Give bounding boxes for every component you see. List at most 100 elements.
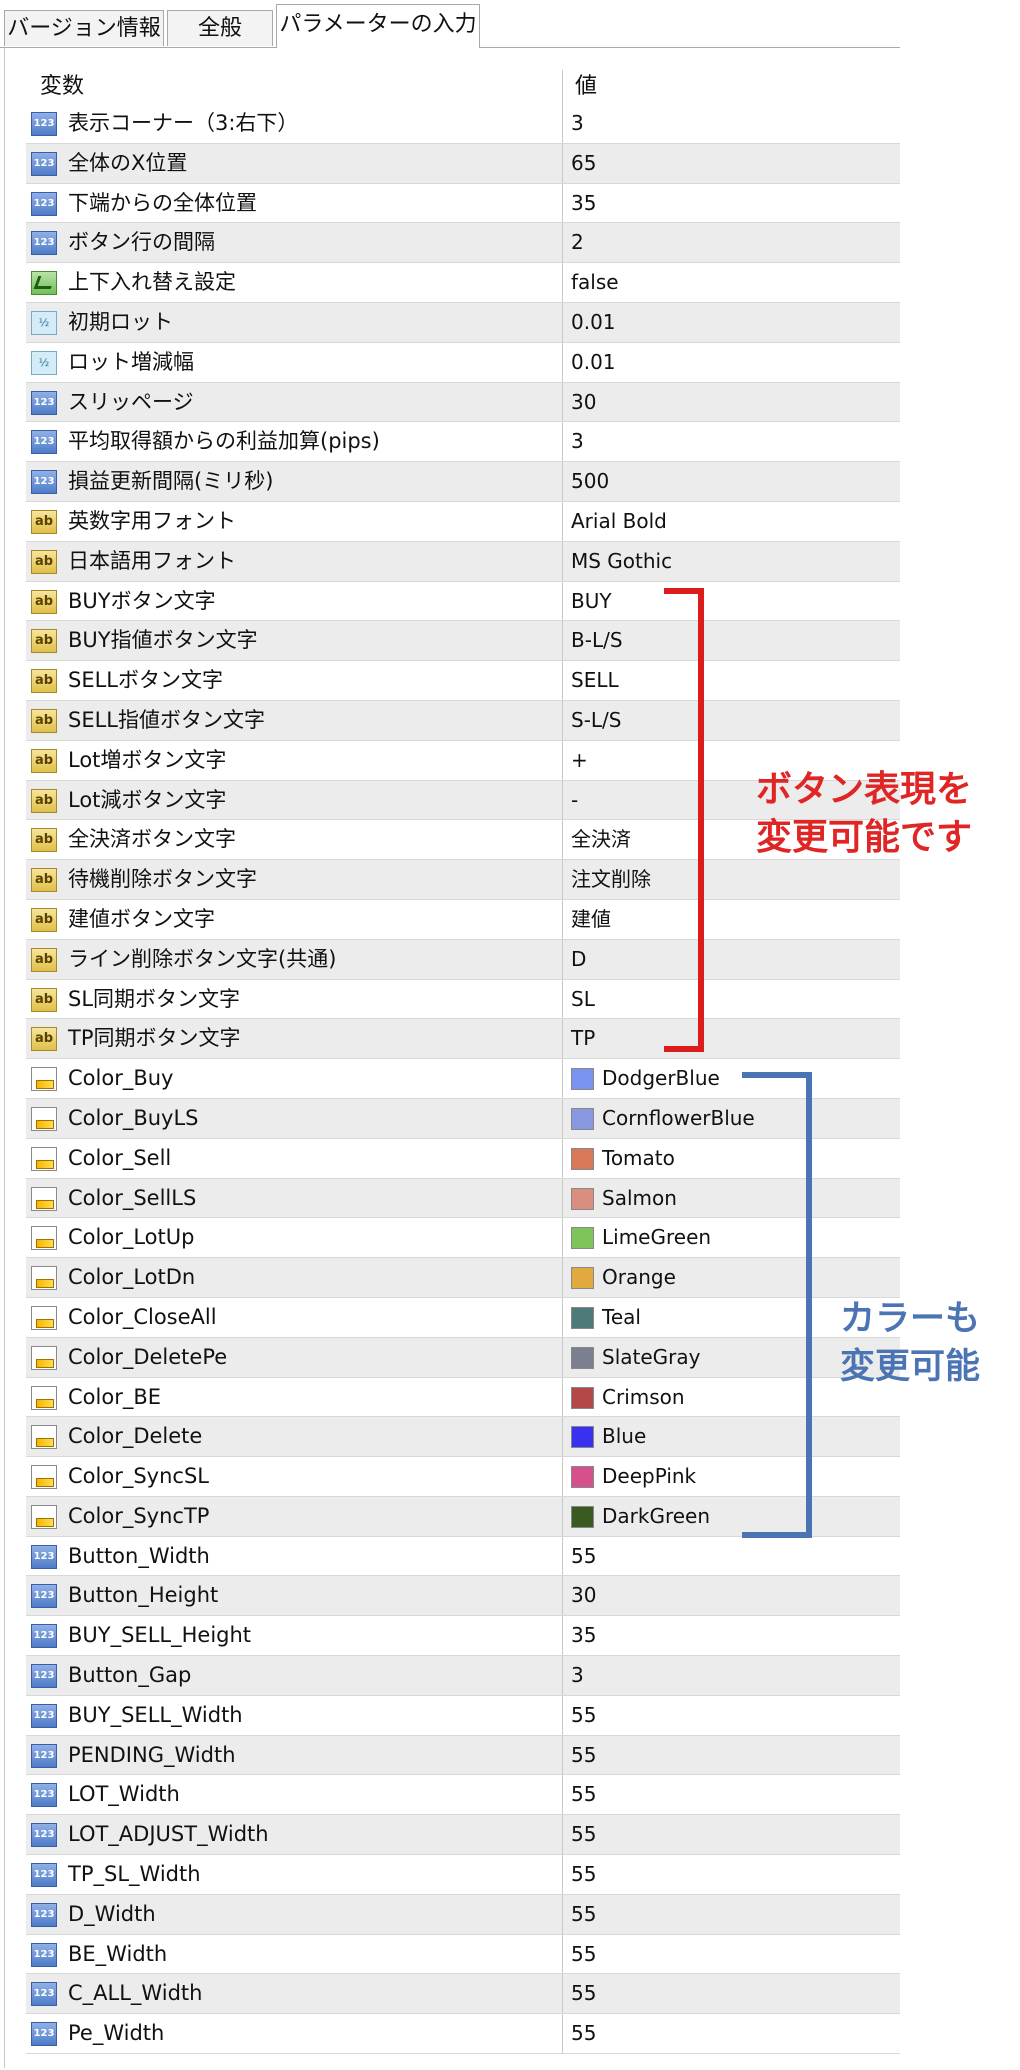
parameter-value[interactable]: 55 (571, 1775, 596, 1814)
parameter-row[interactable]: 123 表示コーナー（3:右下） 3 (26, 104, 900, 144)
parameter-value[interactable]: 55 (571, 1935, 596, 1974)
parameter-row[interactable]: 123 BE_Width 55 (26, 1934, 900, 1975)
parameter-row[interactable]: 123 LOT_Width 55 (26, 1775, 900, 1816)
parameter-row[interactable]: 上下入れ替え設定 false (26, 263, 900, 303)
parameter-value[interactable]: 35 (571, 184, 596, 223)
column-header-value[interactable]: 値 (575, 70, 597, 104)
parameter-value[interactable]: 55 (571, 1815, 596, 1854)
parameter-value[interactable]: 3 (571, 422, 584, 461)
parameter-row[interactable]: 123 全体のX位置 65 (26, 143, 900, 184)
color-swatch[interactable] (571, 1267, 594, 1290)
parameter-value[interactable]: SELL (571, 661, 619, 700)
parameter-row[interactable]: ab SELLボタン文字 SELL (26, 661, 900, 701)
parameter-value[interactable]: 55 (571, 1696, 596, 1735)
parameter-value[interactable]: 65 (571, 144, 596, 183)
parameter-row[interactable]: 123 下端からの全体位置 35 (26, 183, 900, 224)
parameter-value[interactable]: false (571, 263, 619, 302)
column-header-variable[interactable]: 変数 (40, 70, 84, 104)
parameter-row[interactable]: ab SELL指値ボタン文字 S-L/S (26, 700, 900, 741)
color-swatch[interactable] (571, 1187, 594, 1210)
color-swatch[interactable] (571, 1426, 594, 1449)
parameter-value[interactable]: - (571, 781, 578, 820)
parameter-row[interactable]: 123 BUY_SELL_Width 55 (26, 1695, 900, 1736)
parameter-row[interactable]: ab ライン削除ボタン文字(共通) D (26, 939, 900, 980)
parameter-value[interactable]: D (571, 940, 586, 979)
parameter-row[interactable]: 123 ボタン行の間隔 2 (26, 223, 900, 264)
parameter-value[interactable]: 35 (571, 1616, 596, 1655)
parameter-row[interactable]: 123 TP_SL_Width 55 (26, 1855, 900, 1895)
parameter-value[interactable]: 30 (571, 1576, 596, 1615)
parameter-value[interactable]: 3 (571, 104, 584, 143)
parameter-value[interactable]: DarkGreen (602, 1497, 710, 1536)
parameter-row[interactable]: 123 Button_Width 55 (26, 1536, 900, 1577)
parameter-value[interactable]: 55 (571, 2014, 596, 2053)
color-swatch[interactable] (571, 1386, 594, 1409)
parameter-value[interactable]: 30 (571, 383, 596, 422)
color-swatch[interactable] (571, 1346, 594, 1369)
color-swatch[interactable] (571, 1147, 594, 1170)
parameter-value[interactable]: 0.01 (571, 303, 616, 342)
parameter-row[interactable]: 123 D_Width 55 (26, 1894, 900, 1935)
parameter-row[interactable]: ab 待機削除ボタン文字 注文削除 (26, 860, 900, 900)
parameter-value[interactable]: TP (571, 1019, 595, 1058)
parameter-row[interactable]: ½ ロット増減幅 0.01 (26, 342, 900, 383)
parameter-row[interactable]: ab SL同期ボタン文字 SL (26, 979, 900, 1020)
parameter-row[interactable]: 123 Button_Height 30 (26, 1576, 900, 1617)
parameter-row[interactable]: 123 平均取得額からの利益加算(pips) 3 (26, 422, 900, 463)
tab-input-parameters[interactable]: パラメーターの入力 (276, 4, 480, 48)
parameter-value[interactable]: 注文削除 (571, 860, 651, 899)
color-swatch[interactable] (571, 1227, 594, 1250)
parameter-value[interactable]: + (571, 741, 588, 780)
column-separator[interactable] (562, 70, 563, 104)
color-swatch[interactable] (571, 1306, 594, 1329)
parameter-value[interactable]: 0.01 (571, 343, 616, 382)
parameter-value[interactable]: MS Gothic (571, 542, 672, 581)
parameter-value[interactable]: Salmon (602, 1179, 677, 1218)
tab-general[interactable]: 全般 (167, 10, 273, 46)
parameter-row[interactable]: ab BUYボタン文字 BUY (26, 581, 900, 622)
parameter-row[interactable]: 123 C_ALL_Width 55 (26, 1974, 900, 2015)
parameter-row[interactable]: 123 Button_Gap 3 (26, 1656, 900, 1696)
parameter-value[interactable]: LimeGreen (602, 1218, 711, 1257)
parameter-value[interactable]: DodgerBlue (602, 1059, 720, 1098)
parameter-value[interactable]: Crimson (602, 1378, 685, 1417)
parameter-value[interactable]: 55 (571, 1895, 596, 1934)
parameter-value[interactable]: 55 (571, 1736, 596, 1775)
color-swatch[interactable] (571, 1107, 594, 1130)
parameter-value[interactable]: 全決済 (571, 820, 631, 859)
color-swatch[interactable] (571, 1466, 594, 1489)
parameter-value[interactable]: 2 (571, 223, 584, 262)
parameter-value[interactable]: 55 (571, 1855, 596, 1894)
parameter-value[interactable]: S-L/S (571, 701, 622, 740)
parameter-row[interactable]: ½ 初期ロット 0.01 (26, 302, 900, 343)
parameter-value[interactable]: Blue (602, 1417, 646, 1456)
parameter-row[interactable]: 123 PENDING_Width 55 (26, 1735, 900, 1776)
parameter-value[interactable]: 55 (571, 1974, 596, 2013)
parameter-row[interactable]: 123 損益更新間隔(ミリ秒) 500 (26, 462, 900, 502)
parameter-value[interactable]: Teal (602, 1298, 641, 1337)
parameter-row[interactable]: ab 英数字用フォント Arial Bold (26, 501, 900, 542)
tab-version-info[interactable]: バージョン情報 (4, 10, 164, 46)
parameter-row[interactable]: ab 日本語用フォント MS Gothic (26, 541, 900, 582)
parameter-value[interactable]: 3 (571, 1656, 584, 1695)
parameter-value[interactable]: 建値 (571, 900, 611, 939)
parameter-value[interactable]: CornflowerBlue (602, 1099, 755, 1138)
parameter-row[interactable]: 123 BUY_SELL_Height 35 (26, 1616, 900, 1657)
parameter-value[interactable]: 55 (571, 1537, 596, 1576)
parameter-value[interactable]: DeepPink (602, 1457, 696, 1496)
parameter-row[interactable]: 123 スリッページ 30 (26, 382, 900, 423)
parameter-value[interactable]: 500 (571, 462, 609, 501)
parameter-value[interactable]: BUY (571, 582, 612, 621)
parameter-value[interactable]: SlateGray (602, 1338, 700, 1377)
parameter-row[interactable]: ab 建値ボタン文字 建値 (26, 899, 900, 940)
parameter-row[interactable]: ab TP同期ボタン文字 TP (26, 1019, 900, 1060)
parameter-value[interactable]: Orange (602, 1258, 676, 1297)
parameter-value[interactable]: B-L/S (571, 621, 623, 660)
parameter-value[interactable]: SL (571, 980, 595, 1019)
parameter-row[interactable]: 123 Pe_Width 55 (26, 2014, 900, 2055)
color-swatch[interactable] (571, 1068, 594, 1091)
parameter-row[interactable]: ab BUY指値ボタン文字 B-L/S (26, 621, 900, 662)
color-swatch[interactable] (571, 1505, 594, 1528)
parameter-value[interactable]: Arial Bold (571, 502, 667, 541)
parameter-row[interactable]: 123 LOT_ADJUST_Width 55 (26, 1815, 900, 1856)
